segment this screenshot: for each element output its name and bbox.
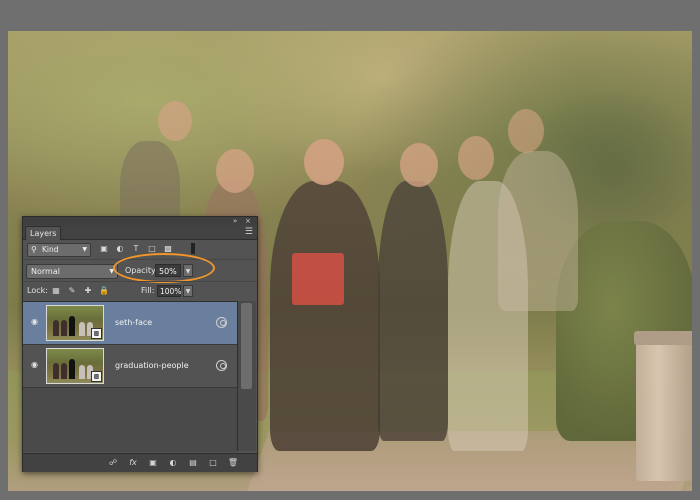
layer-thumbnail[interactable]: ▩ (46, 348, 104, 384)
graduate-figure (270, 181, 380, 451)
fill-label: Fill: (141, 286, 155, 295)
smart-object-icon: ▩ (91, 328, 102, 339)
scrollbar-thumb[interactable] (241, 303, 252, 389)
layer-name[interactable]: graduation-people (115, 361, 189, 370)
panel-titlebar[interactable]: » × (23, 217, 257, 225)
person-head (216, 149, 254, 193)
filter-kind-label: Kind (42, 245, 59, 254)
person-head (458, 136, 494, 180)
lock-label: Lock: (27, 286, 48, 295)
lock-row: Lock: ▦ ✎ ✚ 🔒 Fill: 100% ▼ (23, 281, 257, 300)
layer-row-seth-face[interactable]: ◉ ▩ seth-face ▼ (23, 302, 251, 345)
opacity-highlight-ring (113, 253, 215, 283)
lock-brush-icon[interactable]: ✎ (67, 285, 77, 296)
visibility-eye-icon[interactable]: ◉ (31, 318, 41, 326)
link-layers-icon[interactable]: ☍ (107, 457, 119, 469)
fill-slider-toggle[interactable]: ▼ (183, 285, 193, 297)
layer-thumbnail[interactable]: ▩ (46, 305, 104, 341)
new-group-icon[interactable]: ▤ (187, 457, 199, 469)
lock-transparent-icon[interactable]: ▦ (51, 285, 61, 296)
smart-object-icon: ▩ (91, 371, 102, 382)
graduate-head (304, 139, 344, 185)
trash-can (634, 331, 692, 481)
fx-icon[interactable]: fx (127, 457, 139, 469)
adjustment-filter-icon[interactable]: ◐ (115, 243, 125, 254)
person-head (158, 101, 192, 141)
lock-all-icon[interactable]: 🔒 (99, 285, 109, 296)
layers-panel: » × Layers ☰ ⚲ Kind ▼ ▣ ◐ T □ ▩ Normal ▼… (22, 216, 258, 472)
blend-mode-value: Normal (31, 267, 60, 276)
panel-menu-icon[interactable]: ☰ (245, 226, 253, 238)
layer-row-graduation-people[interactable]: ◉ ▩ graduation-people ▼ (23, 345, 251, 388)
person-figure (378, 181, 448, 441)
type-filter-icon[interactable]: T (131, 243, 141, 254)
collapse-icon[interactable]: » (233, 217, 237, 225)
layers-list: ◉ ▩ seth-face ▼ ◉ ▩ graduation-people ▼ (23, 301, 251, 452)
trash-icon[interactable]: 🗑 (227, 457, 239, 469)
lock-position-icon[interactable]: ✚ (83, 285, 93, 296)
layer-name[interactable]: seth-face (115, 318, 152, 327)
visibility-eye-icon[interactable]: ◉ (31, 361, 41, 369)
pixel-filter-icon[interactable]: ▣ (99, 243, 109, 254)
blend-mode-select[interactable]: Normal ▼ (26, 264, 118, 279)
person-figure (498, 151, 578, 311)
add-mask-icon[interactable]: ▣ (147, 457, 159, 469)
panel-tabs: Layers ☰ (23, 225, 257, 240)
layers-bottom-toolbar: ☍ fx ▣ ◐ ▤ □ 🗑 (23, 453, 257, 472)
tab-layers[interactable]: Layers (25, 226, 62, 240)
layer-effects-icon[interactable] (216, 360, 227, 371)
close-icon[interactable]: × (245, 217, 251, 225)
search-icon: ⚲ (31, 245, 37, 254)
layers-scrollbar[interactable] (237, 301, 256, 451)
adjustment-layer-icon[interactable]: ◐ (167, 457, 179, 469)
person-head (400, 143, 438, 187)
new-layer-icon[interactable]: □ (207, 457, 219, 469)
person-head (508, 109, 544, 153)
filter-toggle-switch[interactable] (191, 243, 195, 254)
diploma-cover (292, 253, 344, 305)
fill-input[interactable]: 100% (157, 285, 181, 297)
layer-effects-icon[interactable] (216, 317, 227, 328)
chevron-down-icon: ▼ (82, 246, 87, 253)
filter-kind-select[interactable]: ⚲ Kind ▼ (27, 243, 91, 257)
